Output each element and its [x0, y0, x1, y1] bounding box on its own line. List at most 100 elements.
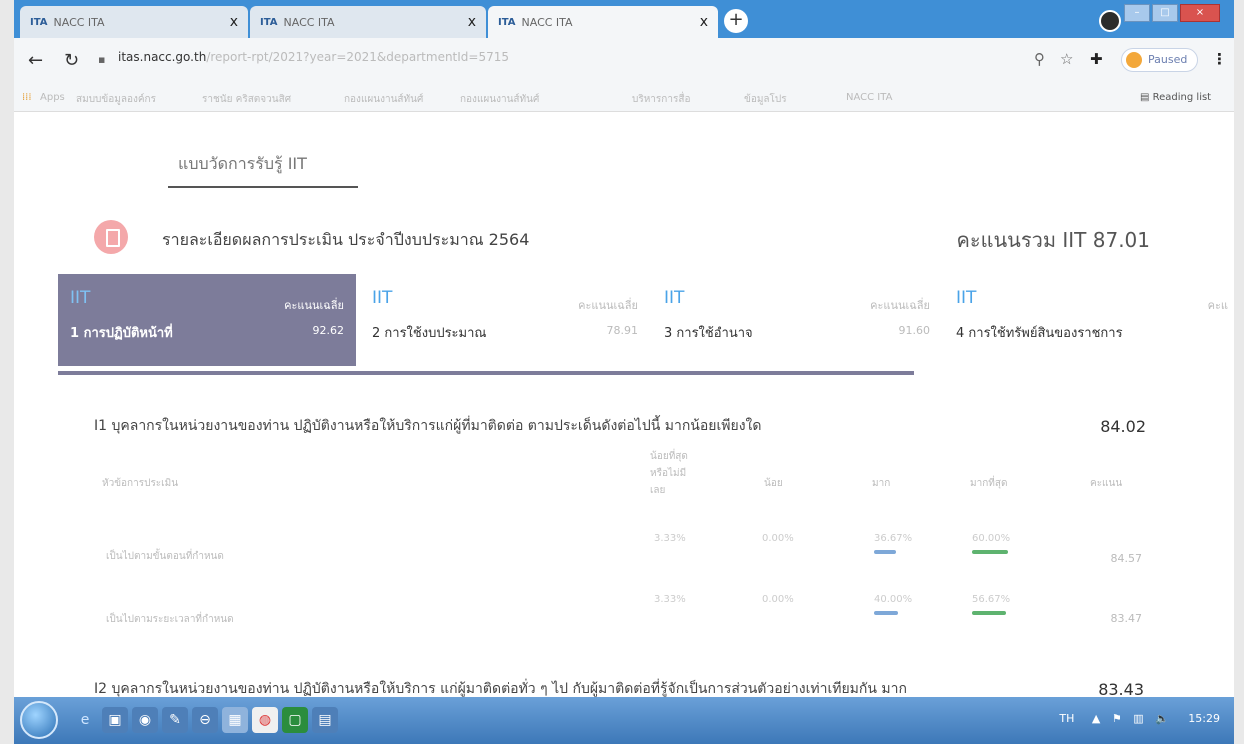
category-tab-4[interactable]: IIT คะแ 4 การใช้ทรัพย์สินของราชการ	[944, 274, 1234, 366]
bookmark-item[interactable]: NACC ITA	[846, 92, 892, 103]
network-icon[interactable]: ▥	[1133, 712, 1143, 725]
category-avg-label: คะแ	[1207, 299, 1228, 312]
header-much: มาก	[872, 478, 891, 489]
pct-most: 60.00%	[972, 533, 1011, 544]
language-indicator[interactable]: TH	[1059, 712, 1074, 725]
bookmark-item[interactable]: ข้อมูลโปร	[744, 92, 787, 107]
category-name: 3 การใช้อำนาจ	[664, 326, 753, 341]
category-selection-indicator	[58, 371, 914, 375]
maximize-button[interactable]: □	[1152, 4, 1178, 22]
form-title: แบบวัดการรับรู้ IIT	[178, 154, 307, 173]
url-path: /report-rpt/2021?year=2021&departmentId=…	[206, 50, 510, 64]
category-name: 1 การปฏิบัติหน้าที่	[70, 326, 173, 341]
pct-much: 40.00%	[874, 594, 913, 605]
app-icon[interactable]: ✎	[162, 707, 188, 733]
bookmark-item[interactable]: ราชนัย คริสตจวนสิศ	[202, 92, 291, 107]
category-tab-1[interactable]: IIT คะแนนเฉลี่ย 1 การปฏิบัติหน้าที่ 92.6…	[58, 274, 356, 366]
app-icon[interactable]: ▤	[312, 707, 338, 733]
total-score: คะแนนรวม IIT 87.01	[956, 228, 1151, 252]
category-tag: IIT	[70, 288, 91, 308]
category-avg-label: คะแนนเฉลี่ย	[284, 299, 344, 312]
bookmark-item[interactable]: บริหารการสื่อ	[632, 92, 690, 107]
media-icon[interactable]: ◉	[132, 707, 158, 733]
browser-tab-active[interactable]: ITA NACC ITA x	[488, 6, 718, 38]
question-title: I1 บุคลากรในหน่วยงานของท่าน ปฏิบัติงานหร…	[94, 418, 762, 434]
browser-tab[interactable]: ITA NACC ITA x	[20, 6, 248, 38]
pct-least: 3.33%	[654, 533, 686, 544]
address-bar[interactable]: itas.nacc.go.th/report-rpt/2021?year=202…	[118, 50, 509, 64]
start-button[interactable]	[20, 701, 58, 739]
bookmark-item[interactable]: กองแผนงานส์ทันศ์	[460, 92, 539, 107]
ita-favicon-icon: ITA	[498, 16, 516, 28]
new-tab-button[interactable]: +	[724, 9, 748, 33]
browser-window: ITA NACC ITA x ITA NACC ITA x ITA NACC I…	[14, 0, 1234, 744]
tab-title: NACC ITA	[521, 15, 573, 29]
header-score: คะแนน	[1090, 478, 1123, 489]
bar-much	[874, 611, 898, 615]
category-value: 92.62	[312, 324, 345, 337]
question-score: 84.02	[1100, 417, 1146, 436]
bookmark-item[interactable]: Apps	[40, 92, 65, 103]
category-avg-label: คะแนนเฉลี่ย	[870, 299, 930, 312]
header-least-line: หรือไม่มี	[650, 468, 687, 479]
minimize-button[interactable]: –	[1124, 4, 1150, 22]
clock[interactable]: 15:29	[1188, 712, 1220, 725]
profile-avatar[interactable]	[1099, 10, 1121, 32]
translate-icon[interactable]: ⚲	[1034, 50, 1045, 68]
header-least-line: เลย	[650, 485, 666, 496]
tab-close-icon[interactable]: x	[230, 14, 238, 30]
reading-list-icon: ▤	[1140, 92, 1153, 103]
report-title: รายละเอียดผลการประเมิน ประจำปีงบประมาณ 2…	[162, 230, 530, 249]
close-window-button[interactable]: ×	[1180, 4, 1220, 22]
category-tag: IIT	[956, 288, 977, 308]
ie-icon[interactable]: e	[72, 707, 98, 733]
profile-paused-button[interactable]: Paused	[1121, 48, 1199, 72]
bookmark-item[interactable]: สมบบข้อมูลองค์กร	[76, 92, 156, 107]
page-content: แบบวัดการรับรู้ IIT รายละเอียดผลการประเม…	[14, 112, 1234, 699]
category-value: 78.91	[606, 324, 639, 337]
apps-grid-icon[interactable]: ⁞⁞⁞	[22, 92, 32, 103]
header-least: น้อยที่สุด หรือไม่มี เลย	[650, 448, 688, 499]
tab-close-icon[interactable]: x	[700, 14, 708, 30]
category-tag: IIT	[372, 288, 393, 308]
tab-title: NACC ITA	[53, 15, 105, 29]
app-icon[interactable]: ▣	[102, 707, 128, 733]
category-tab-3[interactable]: IIT คะแนนเฉลี่ย 3 การใช้อำนาจ 91.60	[652, 274, 940, 366]
pct-few: 0.00%	[762, 533, 794, 544]
bar-most	[972, 550, 1008, 554]
category-name: 4 การใช้ทรัพย์สินของราชการ	[956, 326, 1123, 341]
ita-favicon-icon: ITA	[30, 16, 48, 28]
browser-toolbar: ← ↻ ▪ itas.nacc.go.th/report-rpt/2021?ye…	[14, 38, 1234, 84]
ita-favicon-icon: ITA	[260, 16, 278, 28]
bookmark-star-icon[interactable]: ☆	[1060, 50, 1073, 68]
site-info-icon[interactable]: ▪	[98, 53, 105, 66]
volume-icon[interactable]: 🔈	[1155, 712, 1169, 725]
folder-icon[interactable]: ▦	[222, 707, 248, 733]
row-score: 83.47	[1110, 612, 1143, 625]
category-tag: IIT	[664, 288, 685, 308]
tab-close-icon[interactable]: x	[468, 14, 476, 30]
extensions-puzzle-icon[interactable]: ✚	[1090, 50, 1103, 68]
browser-tab[interactable]: ITA NACC ITA x	[250, 6, 486, 38]
pct-much: 36.67%	[874, 533, 913, 544]
flag-icon[interactable]: ⚑	[1112, 712, 1122, 725]
pct-most: 56.67%	[972, 594, 1011, 605]
tab-title: NACC ITA	[283, 15, 335, 29]
line-app-icon[interactable]: ▢	[282, 707, 308, 733]
back-arrow-icon[interactable]: ←	[28, 50, 43, 71]
header-few: น้อย	[764, 478, 783, 489]
reading-list-button[interactable]: ▤ Reading list	[1140, 92, 1211, 103]
chrome-icon[interactable]: ◍	[252, 707, 278, 733]
window-controls: – □ ×	[1124, 4, 1220, 22]
menu-kebab-icon[interactable]: ⋮	[1212, 50, 1227, 68]
row-label: เป็นไปตามขั้นตอนที่กำหนด	[106, 551, 224, 562]
bookmarks-bar: ⁞⁞⁞ Apps สมบบข้อมูลองค์กร ราชนัย คริสตจว…	[14, 84, 1234, 112]
bar-most	[972, 611, 1006, 615]
app-icon[interactable]: ⊖	[192, 707, 218, 733]
report-document-icon	[94, 220, 128, 254]
tray-arrow-icon[interactable]: ▲	[1092, 712, 1100, 725]
category-tab-2[interactable]: IIT คะแนนเฉลี่ย 2 การใช้งบประมาณ 78.91	[360, 274, 648, 366]
pct-few: 0.00%	[762, 594, 794, 605]
bookmark-item[interactable]: กองแผนงานส์ทันศ์	[344, 92, 423, 107]
reload-icon[interactable]: ↻	[64, 50, 79, 71]
